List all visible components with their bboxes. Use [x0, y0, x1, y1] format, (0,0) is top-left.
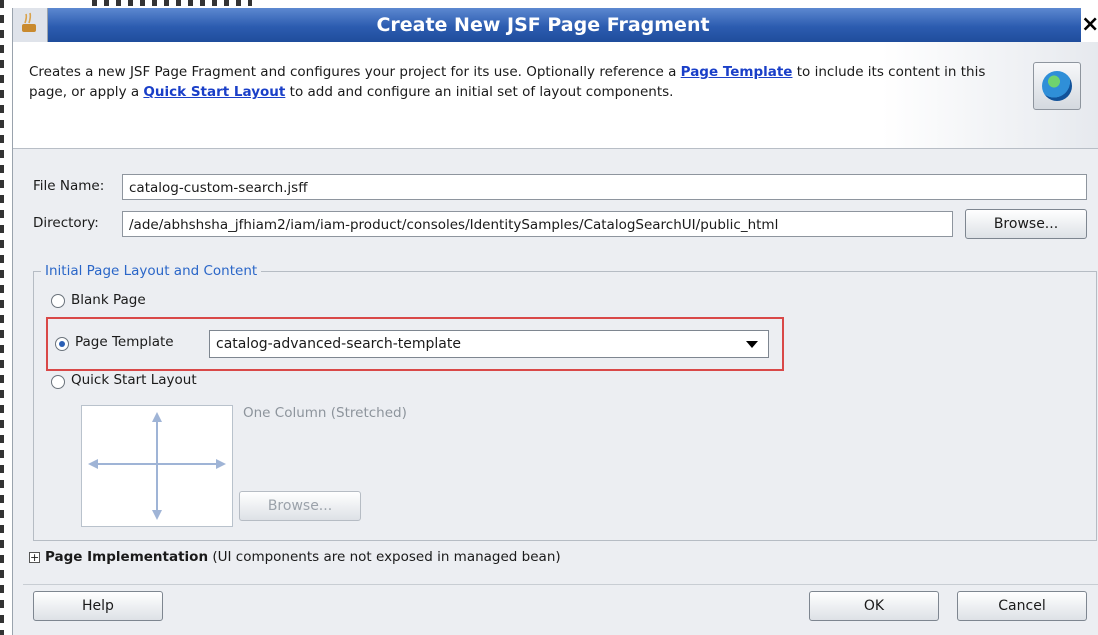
cancel-button[interactable]: Cancel	[957, 591, 1087, 621]
blank-page-label[interactable]: Blank Page	[71, 292, 146, 308]
initial-layout-group-title: Initial Page Layout and Content	[41, 263, 262, 279]
layout-caption: One Column (Stretched)	[243, 405, 407, 421]
directory-label: Directory:	[33, 215, 99, 231]
page-template-select[interactable]: catalog-advanced-search-template	[209, 330, 769, 358]
dialog-title: Create New JSF Page Fragment	[376, 14, 710, 36]
dialog-header: Creates a new JSF Page Fragment and conf…	[13, 42, 1098, 149]
description-text: Creates a new JSF Page Fragment and conf…	[29, 64, 681, 80]
layout-browse-button[interactable]: Browse...	[239, 491, 361, 521]
page-implementation-label[interactable]: Page Implementation (UI components are n…	[45, 549, 561, 565]
screen-top-decoration	[92, 0, 252, 6]
page-template-label[interactable]: Page Template	[75, 334, 174, 350]
directory-input[interactable]: /ade/abhshsha_jfhiam2/iam/iam-product/co…	[122, 211, 953, 237]
page-implementation-title: Page Implementation	[45, 549, 209, 565]
ok-button[interactable]: OK	[809, 591, 939, 621]
quick-start-radio[interactable]	[51, 375, 65, 389]
help-button[interactable]: Help	[33, 591, 163, 621]
page-template-value: catalog-advanced-search-template	[216, 336, 461, 352]
directory-browse-button[interactable]: Browse...	[965, 209, 1087, 239]
page-implementation-note: (UI components are not exposed in manage…	[208, 549, 561, 565]
blank-page-radio[interactable]	[51, 294, 65, 308]
title-bar: Create New JSF Page Fragment ×	[13, 8, 1098, 42]
expand-icon[interactable]: +	[29, 552, 40, 563]
page-template-radio[interactable]	[55, 337, 69, 351]
globe-icon	[1033, 62, 1081, 110]
quick-start-label[interactable]: Quick Start Layout	[71, 372, 197, 388]
quick-start-layout-link[interactable]: Quick Start Layout	[143, 84, 285, 100]
dialog-description: Creates a new JSF Page Fragment and conf…	[29, 62, 1009, 102]
screen-edge-decoration	[0, 0, 4, 635]
file-name-label: File Name:	[33, 178, 105, 194]
close-icon[interactable]: ×	[1081, 8, 1098, 42]
page-template-link[interactable]: Page Template	[681, 64, 793, 80]
layout-preview-icon	[81, 405, 233, 527]
description-text: to add and configure an initial set of l…	[285, 84, 674, 100]
create-jsf-fragment-dialog: Create New JSF Page Fragment × Creates a…	[12, 8, 1098, 635]
dropdown-arrow-icon[interactable]	[746, 341, 758, 348]
file-name-input[interactable]: catalog-custom-search.jsff	[122, 174, 1087, 200]
footer-separator	[23, 584, 1098, 585]
